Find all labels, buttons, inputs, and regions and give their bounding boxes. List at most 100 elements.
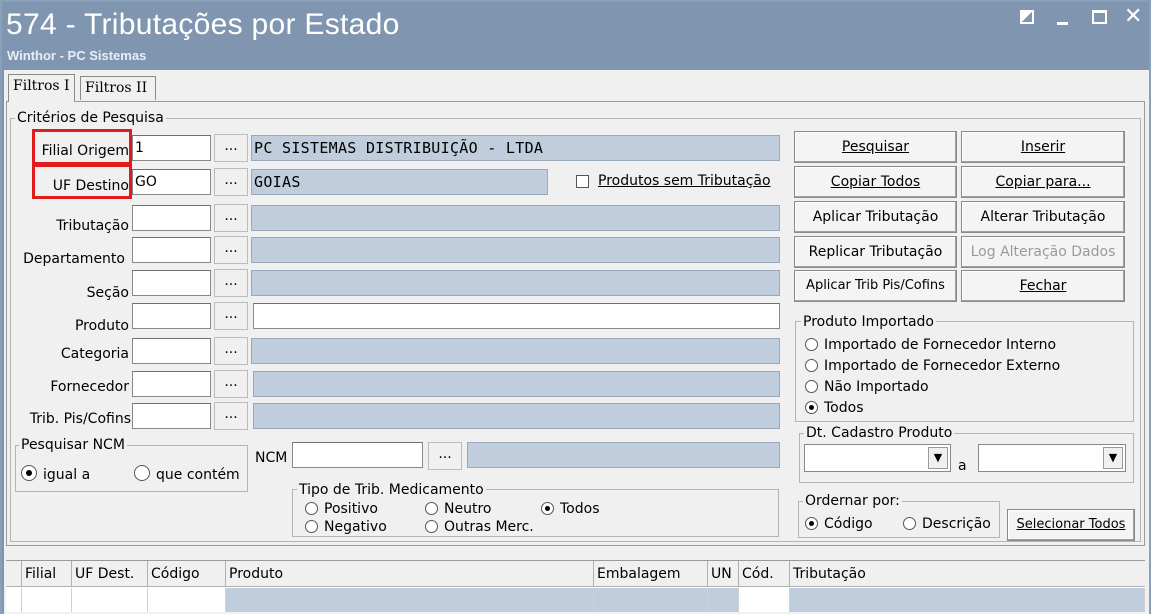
results-grid[interactable]: Filial UF Dest. Código Produto Embalagem… xyxy=(6,560,1145,612)
radio-unselected-icon[interactable] xyxy=(903,517,916,530)
tab-panel-filtros-i: Critérios de Pesquisa Filial Origem UF D… xyxy=(6,101,1145,546)
tipo-trib-medicamento-legend: Tipo de Trib. Medicamento xyxy=(297,482,486,498)
dt-cadastro-separator: a xyxy=(958,458,967,474)
column-header-tributacao[interactable]: Tributação xyxy=(790,561,1145,587)
medicamento-option-negativo[interactable]: Negativo xyxy=(305,518,387,536)
column-header-embalagem[interactable]: Embalagem xyxy=(594,561,708,587)
minimize-icon[interactable] xyxy=(1057,22,1068,25)
column-header-filial[interactable]: Filial xyxy=(22,561,72,587)
radio-unselected-icon[interactable] xyxy=(425,520,438,533)
lookup-button-uf[interactable]: ... xyxy=(214,168,248,196)
ncm-option-igual[interactable]: igual a xyxy=(21,465,90,484)
ncm-option-contem[interactable]: que contém xyxy=(134,465,240,484)
restore-icon[interactable] xyxy=(1020,10,1034,24)
fornecedor-input[interactable] xyxy=(132,371,211,397)
medicamento-option-todos[interactable]: Todos xyxy=(541,500,599,518)
title-bar[interactable]: 574 - Tributações por Estado Winthor - P… xyxy=(2,2,1149,70)
lookup-button-produto[interactable]: ... xyxy=(214,302,248,330)
chevron-down-icon[interactable]: ▼ xyxy=(1103,447,1123,469)
radio-unselected-icon[interactable] xyxy=(305,502,318,515)
trib-pis-cofins-input[interactable] xyxy=(132,403,211,429)
radio-unselected-icon[interactable] xyxy=(305,520,318,533)
lookup-button-trib-pis-cofins[interactable]: ... xyxy=(214,402,248,430)
inserir-button[interactable]: Inserir xyxy=(961,131,1125,163)
grid-cell[interactable] xyxy=(72,588,148,612)
radio-unselected-icon[interactable] xyxy=(134,465,150,481)
grid-cell[interactable] xyxy=(22,588,72,612)
radio-unselected-icon[interactable] xyxy=(805,359,818,372)
produto-description[interactable] xyxy=(253,303,780,329)
produto-input[interactable] xyxy=(132,303,211,329)
produtos-sem-tributacao-checkbox[interactable] xyxy=(576,175,589,188)
radio-unselected-icon[interactable] xyxy=(805,338,818,351)
aplicar-tributacao-button[interactable]: Aplicar Tributação xyxy=(794,201,957,233)
grid-cell[interactable] xyxy=(790,588,1145,612)
ncm-input[interactable] xyxy=(292,442,423,468)
grid-cell[interactable] xyxy=(148,588,226,612)
grid-cell[interactable] xyxy=(739,588,790,612)
tributacao-input[interactable] xyxy=(132,205,211,231)
importado-option-nao[interactable]: Não Importado xyxy=(805,378,929,396)
grid-cell[interactable] xyxy=(594,588,708,612)
copiar-todos-button[interactable]: Copiar Todos xyxy=(794,166,957,198)
selecionar-todos-button[interactable]: Selecionar Todos xyxy=(1007,509,1135,541)
tab-filtros-i[interactable]: Filtros I xyxy=(8,74,75,102)
pesquisar-button[interactable]: Pesquisar xyxy=(794,131,957,163)
importado-option-interno[interactable]: Importado de Fornecedor Interno xyxy=(805,336,1056,354)
lookup-button-secao[interactable]: ... xyxy=(214,269,248,297)
departamento-input[interactable] xyxy=(132,237,211,263)
dt-cadastro-from-select[interactable]: ▼ xyxy=(804,444,951,472)
maximize-icon[interactable] xyxy=(1092,10,1107,24)
radio-unselected-icon[interactable] xyxy=(805,380,818,393)
row-indicator-header xyxy=(6,561,22,587)
column-header-uf-dest[interactable]: UF Dest. xyxy=(72,561,148,587)
dt-cadastro-to-select[interactable]: ▼ xyxy=(978,444,1126,472)
ordenar-option-codigo[interactable]: Código xyxy=(805,515,873,533)
lookup-button-filial[interactable]: ... xyxy=(214,134,248,162)
uf-destino-description: GOIAS xyxy=(251,169,548,195)
medicamento-option-outras[interactable]: Outras Merc. xyxy=(425,518,534,536)
chevron-down-icon[interactable]: ▼ xyxy=(928,447,948,469)
radio-selected-icon[interactable] xyxy=(805,517,818,530)
lookup-button-departamento[interactable]: ... xyxy=(214,236,248,264)
medicamento-option-positivo[interactable]: Positivo xyxy=(305,500,378,518)
column-header-cod[interactable]: Cód. xyxy=(739,561,790,587)
column-header-produto[interactable]: Produto xyxy=(226,561,594,587)
tributacao-description xyxy=(251,205,780,231)
categoria-input[interactable] xyxy=(132,338,211,364)
medicamento-option-neutro[interactable]: Neutro xyxy=(425,500,491,518)
label-departamento: Departamento xyxy=(23,251,125,267)
produtos-sem-tributacao-label[interactable]: Produtos sem Tributação xyxy=(598,172,771,190)
ordenar-option-descricao[interactable]: Descrição xyxy=(903,515,991,533)
radio-selected-icon[interactable] xyxy=(21,465,37,481)
fechar-button[interactable]: Fechar xyxy=(961,270,1125,302)
filial-origem-input[interactable]: 1 xyxy=(132,135,211,161)
label-trib-pis-cofins: Trib. Pis/Cofins xyxy=(29,411,131,427)
grid-header: Filial UF Dest. Código Produto Embalagem… xyxy=(6,561,1145,587)
log-alteracao-dados-button[interactable]: Log Alteração Dados xyxy=(961,236,1125,268)
produto-importado-legend: Produto Importado xyxy=(801,314,936,330)
ordenar-legend: Ordernar por: xyxy=(803,493,902,509)
uf-destino-input[interactable]: GO xyxy=(132,169,211,195)
lookup-button-fornecedor[interactable]: ... xyxy=(214,370,248,398)
tab-filtros-ii[interactable]: Filtros II xyxy=(80,76,156,100)
radio-unselected-icon[interactable] xyxy=(425,502,438,515)
label-fornecedor: Fornecedor xyxy=(50,379,129,395)
grid-cell[interactable] xyxy=(226,588,594,612)
aplicar-trib-pis-cofins-button[interactable]: Aplicar Trib Pis/Cofins xyxy=(794,270,957,302)
radio-selected-icon[interactable] xyxy=(805,401,818,414)
grid-cell[interactable] xyxy=(708,588,739,612)
column-header-codigo[interactable]: Código xyxy=(148,561,226,587)
secao-input[interactable] xyxy=(132,270,211,296)
lookup-button-ncm[interactable]: ... xyxy=(428,442,462,470)
importado-option-externo[interactable]: Importado de Fornecedor Externo xyxy=(805,357,1060,375)
copiar-para-button[interactable]: Copiar para... xyxy=(961,166,1125,198)
replicar-tributacao-button[interactable]: Replicar Tributação xyxy=(794,236,957,268)
column-header-un[interactable]: UN xyxy=(708,561,739,587)
lookup-button-tributacao[interactable]: ... xyxy=(214,204,248,232)
alterar-tributacao-button[interactable]: Alterar Tributação xyxy=(961,201,1125,233)
radio-selected-icon[interactable] xyxy=(541,502,554,515)
close-icon[interactable]: ✕ xyxy=(1124,4,1142,29)
lookup-button-categoria[interactable]: ... xyxy=(214,337,248,365)
importado-option-todos[interactable]: Todos xyxy=(805,399,863,417)
